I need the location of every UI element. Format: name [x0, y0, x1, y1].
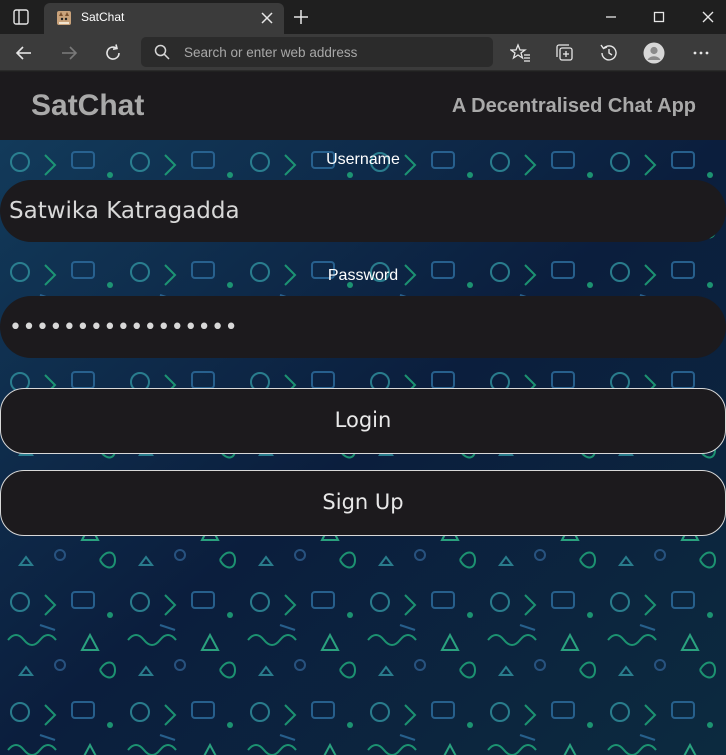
history-icon[interactable]	[598, 42, 620, 64]
favorites-icon[interactable]	[510, 42, 532, 64]
browser-titlebar: SatChat	[0, 0, 726, 34]
signup-button[interactable]: Sign Up	[0, 470, 726, 536]
close-tab-icon[interactable]	[260, 11, 274, 25]
address-bar[interactable]	[141, 37, 493, 67]
brand-logo-text: SatChat	[31, 89, 145, 122]
app-header: SatChat A Decentralised Chat App	[0, 72, 726, 140]
password-input[interactable]	[0, 296, 726, 358]
profile-avatar-icon[interactable]	[643, 42, 665, 64]
browser-tab[interactable]: SatChat	[44, 3, 284, 34]
username-input[interactable]	[0, 180, 726, 242]
refresh-icon[interactable]	[102, 42, 124, 64]
tab-title: SatChat	[81, 10, 125, 24]
back-arrow-icon[interactable]	[13, 42, 35, 64]
forward-arrow-icon[interactable]	[58, 42, 80, 64]
collections-icon[interactable]	[554, 42, 576, 64]
password-label: Password	[327, 267, 399, 284]
address-input[interactable]	[184, 42, 484, 62]
tab-actions-icon[interactable]	[12, 8, 30, 26]
search-icon	[154, 44, 170, 60]
cat-favicon-icon	[57, 11, 71, 25]
username-label: Username	[326, 151, 400, 168]
close-window-icon[interactable]	[697, 6, 719, 28]
new-tab-icon[interactable]	[292, 8, 310, 26]
browser-toolbar	[0, 34, 726, 71]
login-button[interactable]: Login	[0, 388, 726, 454]
more-options-icon[interactable]	[690, 42, 712, 64]
minimize-icon[interactable]	[600, 6, 622, 28]
maximize-icon[interactable]	[648, 6, 670, 28]
page-viewport: SatChat A Decentralised Chat App Usernam…	[0, 72, 726, 755]
app-tagline: A Decentralised Chat App	[451, 95, 696, 117]
